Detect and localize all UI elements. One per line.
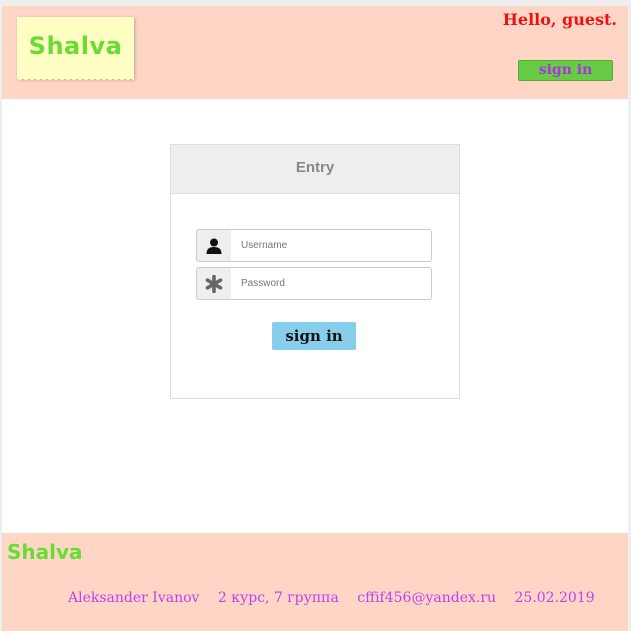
footer-info: Aleksander Ivanov 2 курс, 7 группа cffif… xyxy=(68,590,595,606)
username-input[interactable] xyxy=(231,229,432,262)
footer-date: 25.02.2019 xyxy=(514,590,595,606)
footer: Shalva Aleksander Ivanov 2 курс, 7 групп… xyxy=(2,533,628,631)
login-panel-header: Entry xyxy=(171,145,459,194)
password-input[interactable] xyxy=(231,267,432,300)
page: Shalva Hello, guest. sign in Entry Usern… xyxy=(2,6,628,631)
footer-author: Aleksander Ivanov xyxy=(68,590,200,606)
asterisk-icon xyxy=(205,275,223,293)
greeting-text: Hello, guest. xyxy=(502,10,617,29)
sign-in-submit-button[interactable]: sign in xyxy=(272,322,356,350)
login-panel: Entry s xyxy=(170,144,460,399)
username-addon xyxy=(196,229,232,262)
user-icon xyxy=(206,238,222,254)
footer-logo[interactable]: Shalva xyxy=(7,540,83,564)
logo-note[interactable]: Shalva xyxy=(17,17,134,82)
footer-email[interactable]: cffif456@yandex.ru xyxy=(357,590,496,606)
footer-group: 2 курс, 7 группа xyxy=(217,590,339,606)
header: Shalva Hello, guest. sign in xyxy=(2,6,628,99)
header-sign-in-button[interactable]: sign in xyxy=(518,60,613,81)
password-addon xyxy=(196,267,232,300)
username-field-group xyxy=(196,229,433,262)
login-title: Entry xyxy=(295,159,335,176)
password-field-group xyxy=(196,267,433,300)
logo[interactable]: Shalva xyxy=(17,32,134,60)
